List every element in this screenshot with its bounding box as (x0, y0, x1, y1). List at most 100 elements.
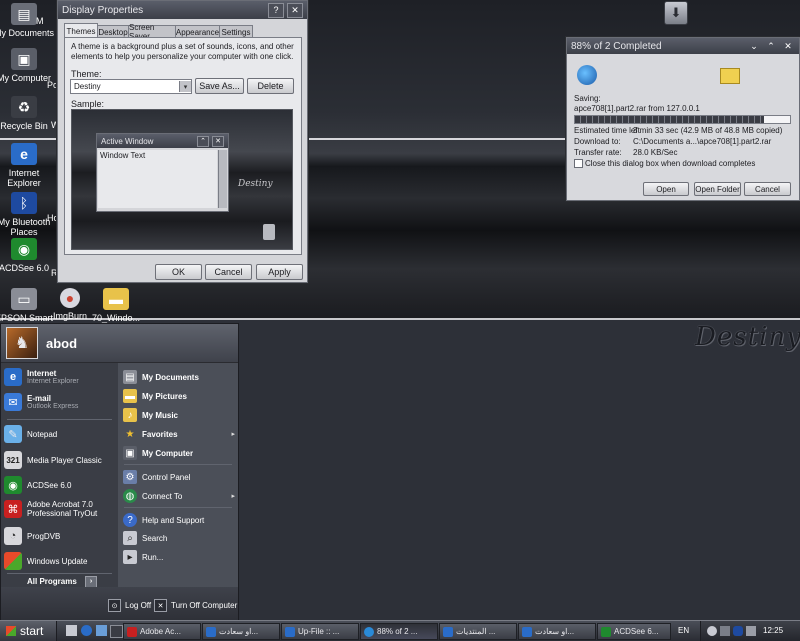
language-indicator[interactable]: EN (678, 626, 689, 635)
recent-media-player-classic[interactable]: 321 Media Player Classic (4, 451, 116, 469)
tray-volume-icon[interactable] (746, 626, 756, 636)
collapse-icon[interactable]: ⌃ (764, 40, 778, 53)
task-adobe[interactable]: Adobe Ac... (123, 623, 201, 640)
recent-notepad[interactable]: ✎ Notepad (4, 425, 116, 443)
acdsee-icon (601, 626, 611, 637)
desktop-icon-acdsee[interactable]: ◉ ACDSee 6.0 (0, 238, 55, 273)
right-favorites[interactable]: ★ Favorites ▸ (123, 427, 235, 441)
download-arrow-icon[interactable]: ⬇ (664, 1, 688, 25)
internet-explorer-icon (522, 626, 532, 637)
search-icon: ⌕ (123, 531, 137, 545)
close-on-complete-checkbox[interactable] (574, 159, 583, 168)
close-button[interactable]: ✕ (287, 2, 303, 18)
outlook-express-icon: ✉ (4, 393, 22, 411)
music-folder-icon: ♪ (123, 408, 137, 422)
tab-themes[interactable]: Themes (64, 23, 98, 38)
chevron-down-icon[interactable]: ▾ (179, 81, 191, 92)
recent-windows-update[interactable]: Windows Update (4, 552, 116, 570)
download-to-label: Download to: (574, 137, 621, 146)
quicklaunch-icon-1[interactable] (66, 625, 77, 636)
close-icon[interactable]: ✕ (781, 40, 795, 53)
task-upfile[interactable]: Up-File :: ... (281, 623, 359, 640)
theme-select[interactable]: Destiny ▾ (70, 79, 192, 94)
quicklaunch-icon-4[interactable] (110, 625, 123, 638)
preview-active-window: Active Window ⌃ ✕ Window Text (96, 133, 229, 212)
quicklaunch-icon-3[interactable] (96, 625, 107, 636)
ok-button[interactable]: OK (155, 264, 202, 280)
apply-button[interactable]: Apply (256, 264, 303, 280)
display-properties-titlebar[interactable]: Display Properties ? ✕ (58, 1, 307, 19)
log-off-button[interactable]: ⊙ Log Off (108, 599, 151, 612)
help-button[interactable]: ? (268, 2, 284, 18)
start-menu: ♞ abod e Internet Internet Explorer ✉ E-m… (0, 323, 239, 622)
internet-explorer-icon (285, 626, 295, 637)
satellite-dish-icon: ◔ (4, 527, 22, 545)
download-titlebar[interactable]: 88% of 2 Completed ⌄ ⌃ ✕ (567, 38, 799, 54)
open-folder-button[interactable]: Open Folder (694, 182, 741, 196)
pinned-internet[interactable]: e Internet Internet Explorer (4, 368, 116, 386)
pictures-folder-icon: ▬ (123, 389, 137, 403)
tray-download-icon[interactable] (707, 626, 717, 636)
tray-network-icon[interactable] (720, 626, 730, 636)
internet-explorer-icon (443, 626, 453, 637)
task-download[interactable]: 88% of 2 ... (360, 623, 438, 640)
log-off-icon: ⊙ (108, 599, 121, 612)
all-programs-button[interactable]: All Programs › (27, 575, 97, 588)
windows-flag-icon (4, 552, 22, 570)
clock[interactable]: 12:25 (763, 626, 783, 635)
tray-bluetooth-icon[interactable] (733, 626, 743, 636)
recent-adobe-acrobat[interactable]: ⌘ Adobe Acrobat 7.0 Professional TryOut (4, 500, 116, 518)
avatar[interactable]: ♞ (6, 327, 38, 359)
start-button[interactable]: start (0, 621, 57, 641)
right-help-support[interactable]: ? Help and Support (123, 513, 235, 527)
epson-scanner-icon: ▭ (11, 288, 37, 310)
download-cancel-button[interactable]: Cancel (744, 182, 791, 196)
rate-label: Transfer rate: (574, 148, 622, 157)
delete-button[interactable]: Delete (247, 78, 294, 94)
pinned-email[interactable]: ✉ E-mail Outlook Express (4, 393, 116, 411)
control-panel-icon: ⚙ (123, 470, 137, 484)
right-control-panel[interactable]: ⚙ Control Panel (123, 470, 235, 484)
right-run[interactable]: ▸ Run... (123, 550, 235, 564)
recent-progdvb[interactable]: ◔ ProgDVB (4, 527, 116, 545)
desktop-icon-recycle-bin[interactable]: ♻ Recycle Bin (0, 96, 55, 131)
star-icon: ★ (125, 428, 135, 440)
media-player-classic-icon: 321 (4, 451, 22, 469)
task-acdsee[interactable]: ACDSee 6... (597, 623, 671, 640)
right-my-documents[interactable]: ▤ My Documents (123, 370, 235, 384)
task-arabic-1[interactable]: او سعادت... (202, 623, 280, 640)
save-as-button[interactable]: Save As... (195, 78, 244, 94)
right-my-computer[interactable]: ▣ My Computer (123, 446, 235, 460)
quicklaunch-ie-icon[interactable] (81, 625, 92, 636)
desktop-icon-folder-70[interactable]: ▬ 70_Windo... (85, 288, 147, 323)
folder-icon: ▤ (11, 3, 37, 25)
globe-icon (577, 65, 597, 85)
right-search[interactable]: ⌕ Search (123, 531, 235, 545)
recent-acdsee[interactable]: ◉ ACDSee 6.0 (4, 476, 116, 494)
desktop-icon-internet-explorer[interactable]: e Internet Explorer (0, 143, 55, 188)
submenu-arrow-icon: ▸ (231, 493, 235, 500)
taskbar: start Adobe Ac... او سعادت... Up-File ::… (0, 620, 800, 641)
task-arabic-2[interactable]: المنتديات ... (439, 623, 517, 640)
desktop-icon-my-computer[interactable]: ▣ My Computer (0, 48, 55, 83)
right-my-pictures[interactable]: ▬ My Pictures (123, 389, 235, 403)
right-connect-to[interactable]: ◍ Connect To ▸ (123, 489, 235, 503)
cancel-button[interactable]: Cancel (205, 264, 252, 280)
minimize-icon[interactable]: ⌄ (747, 40, 761, 53)
themes-description: A theme is a background plus a set of so… (71, 42, 294, 61)
turn-off-button[interactable]: ✕ Turn Off Computer (154, 599, 237, 612)
download-progress-bar (574, 115, 791, 124)
adobe-acrobat-icon (127, 626, 137, 637)
preview-titlebar: Active Window ⌃ ✕ (97, 134, 228, 148)
time-left-label: Estimated time left (574, 126, 640, 135)
help-icon: ? (123, 513, 137, 527)
display-properties-window: Display Properties ? ✕ Themes Desktop Sc… (57, 0, 308, 283)
download-dialog: 88% of 2 Completed ⌄ ⌃ ✕ Saving: apce708… (566, 37, 800, 201)
computer-icon: ▣ (11, 48, 37, 70)
right-my-music[interactable]: ♪ My Music (123, 408, 235, 422)
acdsee-icon: ◉ (11, 238, 37, 260)
download-progress-fill (575, 116, 765, 123)
task-arabic-3[interactable]: او سعادت... (518, 623, 596, 640)
documents-folder-icon: ▤ (123, 370, 137, 384)
open-button[interactable]: Open (643, 182, 689, 196)
